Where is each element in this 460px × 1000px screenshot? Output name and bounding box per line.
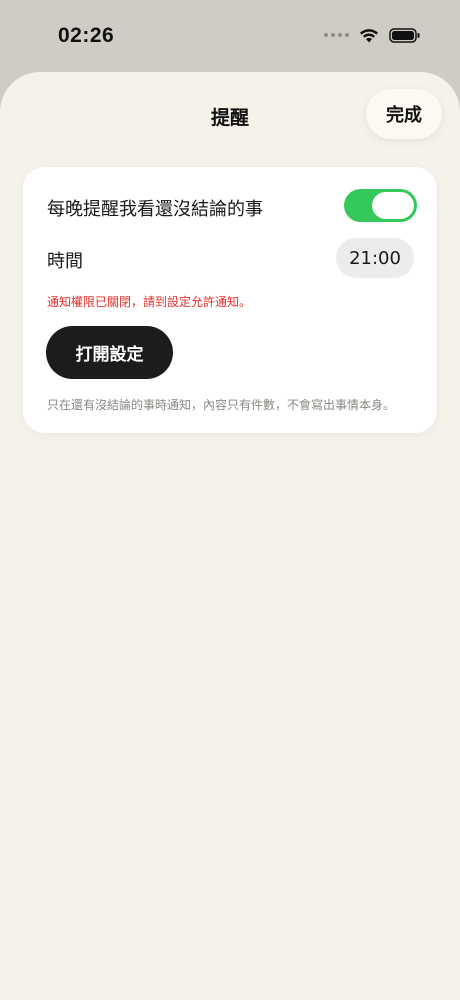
- reminder-card: 每晚提醒我看還沒結論的事 時間 21:00 通知權限已關閉，請到設定允許通知。 …: [23, 167, 437, 433]
- status-time: 02:26: [58, 24, 115, 47]
- wifi-icon: [360, 29, 378, 43]
- status-bar: 02:26: [0, 0, 460, 72]
- time-picker-button[interactable]: 21:00: [336, 238, 414, 278]
- toggle-knob: [372, 192, 414, 219]
- footnote-text: 只在還有沒結論的事時通知，內容只有件數，不會寫出事情本身。: [47, 398, 396, 412]
- permission-warning: 通知權限已關閉，請到設定允許通知。: [47, 295, 252, 309]
- battery-icon: [389, 27, 420, 43]
- done-button[interactable]: 完成: [366, 89, 442, 139]
- status-icons: [324, 27, 420, 43]
- nightly-reminder-label: 每晚提醒我看還沒結論的事: [47, 199, 263, 220]
- time-label: 時間: [47, 251, 83, 272]
- signal-icon: [324, 33, 349, 37]
- nightly-reminder-toggle[interactable]: [344, 189, 417, 222]
- open-settings-button[interactable]: 打開設定: [46, 326, 173, 379]
